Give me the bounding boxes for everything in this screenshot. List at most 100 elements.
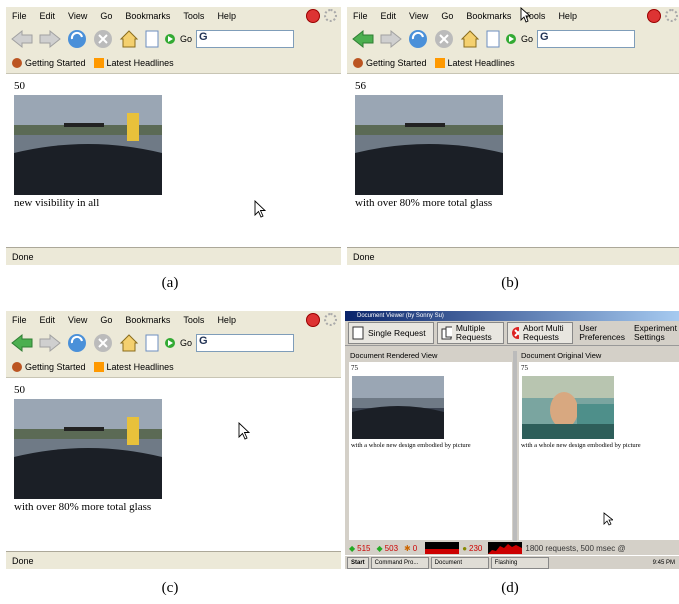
bookmark-getting-started[interactable]: Getting Started (12, 58, 86, 68)
mouse-cursor-icon (520, 7, 532, 23)
timer-icon: ● (462, 543, 468, 553)
stat-summary: 1800 requests, 500 msec @ (525, 543, 626, 553)
menu-tools[interactable]: Tools (183, 311, 204, 329)
back-arrow-icon[interactable] (10, 333, 34, 353)
menu-bar: File Edit View Go Bookmarks Tools Help (347, 7, 679, 25)
stop-icon[interactable] (306, 9, 320, 23)
back-arrow-icon[interactable] (10, 29, 34, 49)
reload-icon[interactable] (407, 28, 429, 50)
menu-edit[interactable]: Edit (40, 7, 56, 25)
stop-x-icon[interactable] (92, 332, 114, 354)
menu-bookmarks[interactable]: Bookmarks (125, 7, 170, 25)
back-arrow-icon[interactable] (351, 29, 375, 49)
status-bar: Done (347, 247, 679, 265)
viewer-title: Document Viewer (by Sonny Su) (357, 313, 444, 319)
go-icon[interactable] (164, 337, 176, 349)
menu-edit[interactable]: Edit (381, 7, 397, 25)
bookmark-label: Getting Started (366, 58, 427, 68)
menu-view[interactable]: View (409, 7, 428, 25)
go-icon[interactable] (164, 33, 176, 45)
rss-icon (93, 362, 104, 372)
forward-arrow-icon[interactable] (379, 29, 403, 49)
car-windshield-image (14, 399, 162, 499)
forward-arrow-icon[interactable] (38, 29, 62, 49)
frame-counter: 56 (355, 80, 366, 92)
menu-view[interactable]: View (68, 7, 87, 25)
menu-help[interactable]: Help (558, 7, 577, 25)
go-label[interactable]: Go (180, 338, 192, 348)
bookmark-latest-headlines[interactable]: Latest Headlines (434, 58, 515, 68)
menu-file[interactable]: File (353, 7, 368, 25)
forward-arrow-icon[interactable] (38, 333, 62, 353)
pane-splitter[interactable] (513, 351, 517, 541)
received-icon: ◆ (376, 543, 383, 553)
start-button[interactable]: Start (347, 557, 369, 569)
multiple-requests-button[interactable]: Multiple Requests (437, 322, 504, 344)
user-preferences-button[interactable]: User Preferences (576, 323, 628, 343)
menu-bookmarks[interactable]: Bookmarks (125, 311, 170, 329)
car-windshield-image (14, 95, 162, 195)
search-box[interactable]: G (537, 30, 636, 48)
search-logo: G (540, 31, 549, 43)
page-icon[interactable] (144, 30, 160, 48)
home-icon[interactable] (118, 28, 140, 50)
windows-taskbar: Start Command Pro... Document Viewe... F… (345, 555, 679, 569)
taskbar-command-prompt[interactable]: Command Pro... (370, 557, 429, 569)
abort-multi-requests-button[interactable]: Abort Multi Requests (506, 322, 574, 344)
menu-file[interactable]: File (12, 7, 27, 25)
stop-icon[interactable] (306, 313, 320, 327)
label-c: (c) (161, 580, 179, 596)
reload-icon[interactable] (66, 28, 88, 50)
stat-pending: 230 (469, 543, 483, 553)
menu-edit[interactable]: Edit (40, 311, 56, 329)
page-icon[interactable] (485, 30, 501, 48)
menu-file[interactable]: File (12, 311, 27, 329)
rendered-view-pane: 75 with a whole new design embodied by p… (349, 362, 512, 540)
abort-label: Abort Multi Requests (523, 323, 564, 342)
menu-go[interactable]: Go (100, 7, 112, 25)
search-box[interactable]: G (196, 30, 295, 48)
menu-tools[interactable]: Tools (183, 7, 204, 25)
failed-icon: ✱ (404, 543, 411, 553)
bookmark-getting-started[interactable]: Getting Started (353, 58, 427, 68)
stop-x-icon[interactable] (433, 28, 455, 50)
go-label[interactable]: Go (180, 34, 192, 44)
search-logo: G (199, 31, 208, 43)
reload-icon[interactable] (66, 332, 88, 354)
single-request-label: Single Request (368, 327, 426, 338)
menu-go[interactable]: Go (441, 7, 453, 25)
go-icon[interactable] (505, 33, 517, 45)
label-a: (a) (161, 275, 179, 291)
page-caption: with over 80% more total glass (14, 501, 152, 513)
page-icon[interactable] (144, 334, 160, 352)
menu-bookmarks[interactable]: Bookmarks (466, 7, 511, 25)
menu-help[interactable]: Help (217, 311, 236, 329)
bookmark-getting-started[interactable]: Getting Started (12, 362, 86, 372)
bookmarks-toolbar: Getting Started Latest Headlines (6, 53, 341, 74)
documents-icon (441, 326, 452, 340)
stop-x-icon[interactable] (92, 28, 114, 50)
bookmark-latest-headlines[interactable]: Latest Headlines (93, 58, 174, 68)
taskbar-document-viewer[interactable]: Document Viewe... (430, 557, 489, 569)
taskbar-flashing[interactable]: Flashing (490, 557, 549, 569)
menu-go[interactable]: Go (100, 311, 112, 329)
document-viewer-window: Document Viewer (by Sonny Su) Single Req… (345, 311, 679, 569)
menu-help[interactable]: Help (217, 7, 236, 25)
rendered-counter: 75 (351, 364, 358, 372)
rendered-car-image (352, 376, 444, 439)
search-box[interactable]: G (196, 334, 295, 352)
bookmark-latest-headlines[interactable]: Latest Headlines (93, 362, 174, 372)
car-windshield-image (355, 95, 503, 195)
experiment-settings-button[interactable]: Experiment Settings (631, 323, 679, 343)
menu-view[interactable]: View (68, 311, 87, 329)
home-icon[interactable] (459, 28, 481, 50)
single-request-button[interactable]: Single Request (348, 322, 435, 344)
search-logo: G (199, 335, 208, 347)
stat-sent: 515 (357, 543, 371, 553)
label-b: (b) (501, 275, 519, 291)
mouse-cursor-icon (238, 422, 250, 440)
go-label[interactable]: Go (521, 34, 533, 44)
page-content: 50 new visibility in all (6, 74, 341, 224)
stop-icon[interactable] (647, 9, 661, 23)
home-icon[interactable] (118, 332, 140, 354)
